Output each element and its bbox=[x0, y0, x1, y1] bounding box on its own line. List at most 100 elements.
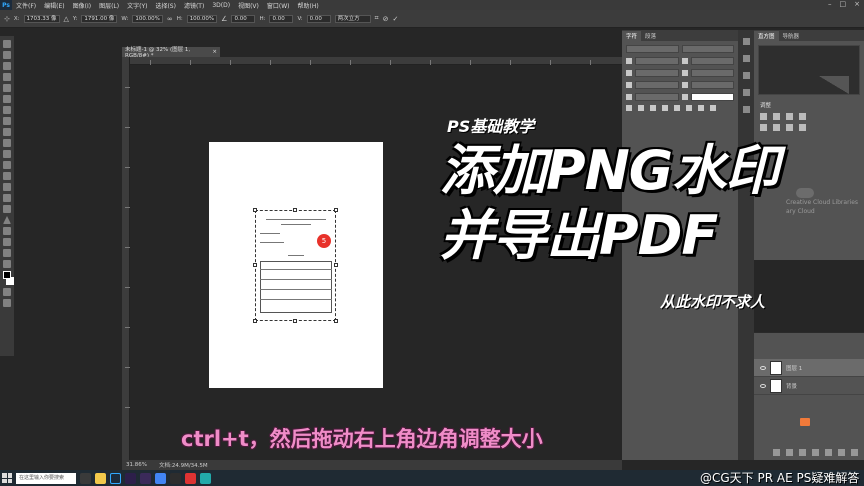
transform-icon[interactable]: ⊹ bbox=[4, 15, 10, 23]
gradient-tool-icon[interactable] bbox=[3, 161, 11, 169]
zoom-level[interactable]: 31.86% bbox=[126, 462, 147, 468]
menu-filter[interactable]: 滤镜(T) bbox=[180, 1, 208, 10]
angle-field[interactable]: 0.00 bbox=[231, 14, 256, 23]
foreground-color-swatch[interactable] bbox=[3, 271, 11, 279]
new-adjustment-icon[interactable] bbox=[812, 449, 819, 456]
new-layer-icon[interactable] bbox=[838, 449, 845, 456]
baseline-shift-field[interactable] bbox=[635, 93, 679, 101]
properties-panel-icon[interactable] bbox=[742, 55, 750, 62]
horizontal-ruler[interactable] bbox=[130, 57, 622, 65]
clone-stamp-tool-icon[interactable] bbox=[3, 128, 11, 136]
menu-select[interactable]: 选择(S) bbox=[151, 1, 180, 10]
kerning-field[interactable] bbox=[635, 69, 679, 77]
levels-adjust-icon[interactable] bbox=[773, 113, 780, 120]
document-size[interactable]: 文档:24.9M/34.5M bbox=[159, 461, 208, 469]
text-color-swatch[interactable] bbox=[690, 93, 734, 101]
warp-icon[interactable]: ⌗ bbox=[375, 14, 379, 23]
small-caps-icon[interactable] bbox=[662, 105, 668, 111]
minimize-button[interactable]: – bbox=[828, 0, 832, 8]
document-tab[interactable]: 未标题-1 @ 32% (图层 1, RGB/8#) * × bbox=[122, 47, 220, 59]
after-effects-taskbar-icon[interactable] bbox=[140, 472, 151, 484]
more-tools-icon[interactable] bbox=[3, 260, 11, 268]
commit-transform-icon[interactable]: ✓ bbox=[392, 15, 398, 23]
png-watermark-stamp[interactable]: 5 bbox=[317, 234, 331, 248]
app-taskbar-icon[interactable] bbox=[170, 472, 181, 484]
menu-file[interactable]: 文件(F) bbox=[12, 1, 40, 10]
layer-name[interactable]: 图层 1 bbox=[786, 364, 802, 372]
eraser-tool-icon[interactable] bbox=[3, 150, 11, 158]
screen-mode-icon[interactable] bbox=[3, 299, 11, 307]
move-tool-icon[interactable] bbox=[3, 40, 11, 48]
delete-layer-icon[interactable] bbox=[851, 449, 858, 456]
faux-bold-icon[interactable] bbox=[626, 105, 632, 111]
file-explorer-icon[interactable] bbox=[95, 472, 106, 484]
brush-tool-icon[interactable] bbox=[3, 117, 11, 125]
all-caps-icon[interactable] bbox=[650, 105, 656, 111]
windows-start-icon[interactable] bbox=[2, 473, 12, 483]
cancel-transform-icon[interactable]: ⊘ bbox=[383, 15, 389, 23]
transform-handle-bottom[interactable] bbox=[293, 319, 297, 323]
premiere-taskbar-icon[interactable] bbox=[125, 472, 136, 484]
superscript-icon[interactable] bbox=[674, 105, 680, 111]
menu-view[interactable]: 视图(V) bbox=[234, 1, 263, 10]
width-field[interactable]: 100.00% bbox=[132, 14, 163, 23]
menu-layer[interactable]: 图层(L) bbox=[95, 1, 123, 10]
tab-paragraph[interactable]: 段落 bbox=[641, 31, 660, 41]
transform-handle-bottom-left[interactable] bbox=[253, 319, 257, 323]
x-field[interactable]: 1703.33 像 bbox=[23, 14, 60, 23]
app-taskbar-icon-teal[interactable] bbox=[200, 472, 211, 484]
layer-row[interactable]: 背景 bbox=[754, 377, 864, 395]
interpolation-select[interactable]: 两次立方 bbox=[334, 14, 371, 23]
tab-navigator[interactable]: 导航器 bbox=[779, 31, 804, 41]
transform-handle-top-right[interactable] bbox=[334, 208, 338, 212]
transform-handle-right[interactable] bbox=[334, 263, 338, 267]
tab-character[interactable]: 字符 bbox=[622, 31, 642, 41]
photoshop-taskbar-icon[interactable] bbox=[110, 472, 121, 484]
menu-help[interactable]: 帮助(H) bbox=[294, 1, 323, 10]
leading-field[interactable] bbox=[690, 57, 734, 65]
close-document-icon[interactable]: × bbox=[212, 49, 217, 55]
adjustments-label[interactable]: 调整 bbox=[760, 101, 858, 109]
dodge-tool-icon[interactable] bbox=[3, 183, 11, 191]
new-group-icon[interactable] bbox=[825, 449, 832, 456]
crop-tool-icon[interactable] bbox=[3, 84, 11, 92]
quick-select-tool-icon[interactable] bbox=[3, 73, 11, 81]
black-white-adjust-icon[interactable] bbox=[799, 124, 806, 131]
underline-icon[interactable] bbox=[698, 105, 704, 111]
menu-window[interactable]: 窗口(W) bbox=[263, 1, 294, 10]
type-tool-icon[interactable] bbox=[3, 205, 11, 213]
delta-icon[interactable]: △ bbox=[64, 15, 69, 23]
browser-taskbar-icon[interactable] bbox=[155, 472, 166, 484]
layer-row[interactable]: 图层 1 bbox=[754, 359, 864, 377]
vibrance-adjust-icon[interactable] bbox=[760, 124, 767, 131]
menu-type[interactable]: 文字(Y) bbox=[123, 1, 151, 10]
libraries-panel-icon[interactable] bbox=[742, 106, 750, 113]
font-family-select[interactable] bbox=[626, 45, 679, 53]
history-panel-icon[interactable] bbox=[742, 38, 750, 45]
quick-mask-icon[interactable] bbox=[3, 288, 11, 296]
task-view-icon[interactable] bbox=[80, 472, 91, 484]
eye-icon[interactable] bbox=[760, 383, 766, 388]
menu-3d[interactable]: 3D(D) bbox=[208, 2, 234, 9]
transform-handle-top[interactable] bbox=[293, 208, 297, 212]
h-skew-field[interactable]: 0.00 bbox=[269, 14, 294, 23]
menu-edit[interactable]: 编辑(E) bbox=[40, 1, 68, 10]
subscript-icon[interactable] bbox=[686, 105, 692, 111]
eyedropper-tool-icon[interactable] bbox=[3, 95, 11, 103]
eye-icon[interactable] bbox=[760, 365, 766, 370]
maximize-button[interactable]: □ bbox=[840, 0, 847, 8]
zoom-tool-icon[interactable] bbox=[3, 249, 11, 257]
font-style-select[interactable] bbox=[681, 45, 734, 53]
faux-italic-icon[interactable] bbox=[638, 105, 644, 111]
vertical-scale-field[interactable] bbox=[635, 81, 679, 89]
y-field[interactable]: 1791.00 像 bbox=[81, 14, 118, 23]
character-panel-icon[interactable] bbox=[742, 72, 750, 79]
pen-tool-icon[interactable] bbox=[3, 194, 11, 202]
link-layers-icon[interactable] bbox=[773, 449, 780, 456]
healing-tool-icon[interactable] bbox=[3, 106, 11, 114]
marquee-tool-icon[interactable] bbox=[3, 51, 11, 59]
layer-style-icon[interactable] bbox=[786, 449, 793, 456]
horizontal-scale-field[interactable] bbox=[690, 81, 734, 89]
vertical-ruler[interactable] bbox=[122, 57, 130, 460]
app-taskbar-icon-red[interactable] bbox=[185, 472, 196, 484]
